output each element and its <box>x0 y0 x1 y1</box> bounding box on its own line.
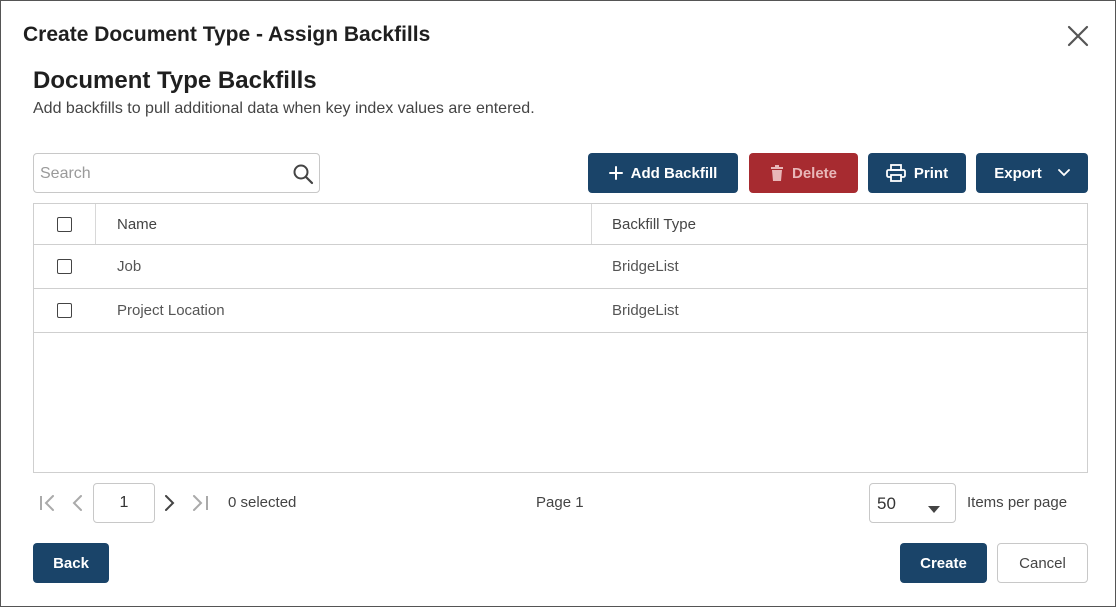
selected-count: 0 selected <box>228 494 297 511</box>
create-label: Create <box>920 554 967 572</box>
header-check-cell <box>34 204 96 244</box>
search-box <box>33 153 320 193</box>
previous-page-icon[interactable] <box>71 495 83 516</box>
dialog: Create Document Type - Assign Backfills … <box>0 0 1116 607</box>
delete-button[interactable]: Delete <box>749 153 858 193</box>
last-page-icon[interactable] <box>191 495 209 516</box>
row-checkbox[interactable] <box>57 259 72 274</box>
items-per-page-select[interactable]: 50 <box>869 483 956 523</box>
row-check-cell <box>34 289 96 332</box>
cancel-button[interactable]: Cancel <box>997 543 1088 583</box>
printer-icon <box>886 164 906 182</box>
dialog-title: Create Document Type - Assign Backfills <box>23 23 431 46</box>
plus-icon <box>608 166 623 180</box>
print-label: Print <box>913 164 949 182</box>
back-button[interactable]: Back <box>33 543 109 583</box>
page-number-input[interactable]: 1 <box>93 483 155 523</box>
first-page-icon[interactable] <box>39 495 57 516</box>
backfills-grid: Name Backfill Type Job BridgeList Projec… <box>33 203 1088 473</box>
chevron-down-icon <box>1057 169 1070 177</box>
export-button[interactable]: Export <box>976 153 1088 193</box>
grid-header: Name Backfill Type <box>34 204 1087 245</box>
table-row[interactable]: Project Location BridgeList <box>34 289 1087 333</box>
cancel-label: Cancel <box>1019 554 1066 572</box>
search-icon[interactable] <box>292 163 314 185</box>
create-button[interactable]: Create <box>900 543 987 583</box>
export-label: Export <box>994 164 1042 182</box>
row-name: Job <box>117 258 142 275</box>
table-row[interactable]: Job BridgeList <box>34 245 1087 289</box>
close-icon[interactable] <box>1065 23 1091 49</box>
row-checkbox[interactable] <box>57 303 72 318</box>
row-backfill-type: BridgeList <box>612 258 679 275</box>
add-backfill-label: Add Backfill <box>630 164 718 182</box>
delete-label: Delete <box>791 164 838 182</box>
search-input[interactable] <box>40 162 280 186</box>
column-header-backfill-type[interactable]: Backfill Type <box>592 204 1087 244</box>
next-page-icon[interactable] <box>164 495 176 516</box>
items-per-page-label: Items per page <box>967 494 1068 511</box>
page-label: Page 1 <box>536 494 584 511</box>
column-header-name[interactable]: Name <box>96 204 592 244</box>
items-per-page-value: 50 <box>877 494 896 513</box>
back-label: Back <box>53 554 89 572</box>
add-backfill-button[interactable]: Add Backfill <box>588 153 738 193</box>
caret-down-icon <box>928 500 940 518</box>
row-name: Project Location <box>117 302 225 319</box>
print-button[interactable]: Print <box>868 153 966 193</box>
section-description: Add backfills to pull additional data wh… <box>33 100 535 117</box>
select-all-checkbox[interactable] <box>57 217 72 232</box>
section-title: Document Type Backfills <box>33 67 317 94</box>
trash-icon <box>770 165 784 181</box>
row-backfill-type: BridgeList <box>612 302 679 319</box>
row-check-cell <box>34 245 96 288</box>
